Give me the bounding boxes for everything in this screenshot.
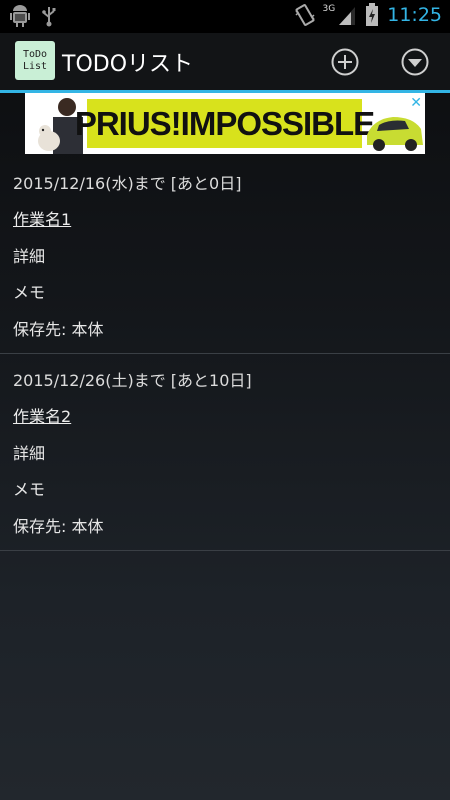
todo-name-link[interactable]: 作業名1 xyxy=(13,206,71,230)
app-icon-line-1: ToDo xyxy=(22,48,48,60)
ad-headline-panel: PRIUS!IMPOSSIBLE xyxy=(75,99,375,148)
dropdown-menu-button[interactable] xyxy=(400,47,430,77)
todo-detail: 詳細 xyxy=(13,247,46,266)
app-title: TODOリスト xyxy=(62,52,194,77)
action-bar: ToDo List TODOリスト xyxy=(0,33,450,90)
usb-icon xyxy=(42,7,56,27)
app-icon[interactable]: ToDo List xyxy=(15,41,55,80)
vibrate-icon xyxy=(295,4,315,26)
todo-memo: メモ xyxy=(13,480,46,499)
todo-detail: 詳細 xyxy=(13,444,46,463)
signal-icon xyxy=(339,7,356,25)
ad-banner[interactable]: PRIUS!IMPOSSIBLE ✕ xyxy=(25,93,425,154)
todo-memo: メモ xyxy=(13,283,46,302)
add-button[interactable] xyxy=(330,47,360,77)
app-icon-line-2: List xyxy=(22,60,48,72)
battery-charging-icon xyxy=(366,3,379,26)
todo-storage: 保存先: 本体 xyxy=(13,517,104,536)
ad-car-image xyxy=(367,117,423,151)
network-type-label: 3G xyxy=(322,4,336,14)
todo-due-date: 2015/12/16(水)まで [あと0日] xyxy=(13,174,242,193)
todo-name-link[interactable]: 作業名2 xyxy=(13,403,71,427)
todo-due-date: 2015/12/26(土)まで [あと10日] xyxy=(13,371,252,390)
android-debug-icon xyxy=(10,5,30,27)
clock: 11:25 xyxy=(387,4,442,26)
todo-item[interactable]: 2015/12/16(水)まで [あと0日] 作業名1 詳細 メモ 保存先: 本… xyxy=(0,157,450,354)
todo-storage: 保存先: 本体 xyxy=(13,320,104,339)
todo-item[interactable]: 2015/12/26(土)まで [あと10日] 作業名2 詳細 メモ 保存先: … xyxy=(0,354,450,551)
ad-headline: PRIUS!IMPOSSIBLE xyxy=(74,104,375,142)
status-bar: 3G 11:25 xyxy=(0,0,450,33)
ad-close-icon[interactable]: ✕ xyxy=(410,95,422,111)
todo-list: 2015/12/16(水)まで [あと0日] 作業名1 詳細 メモ 保存先: 本… xyxy=(0,157,450,551)
